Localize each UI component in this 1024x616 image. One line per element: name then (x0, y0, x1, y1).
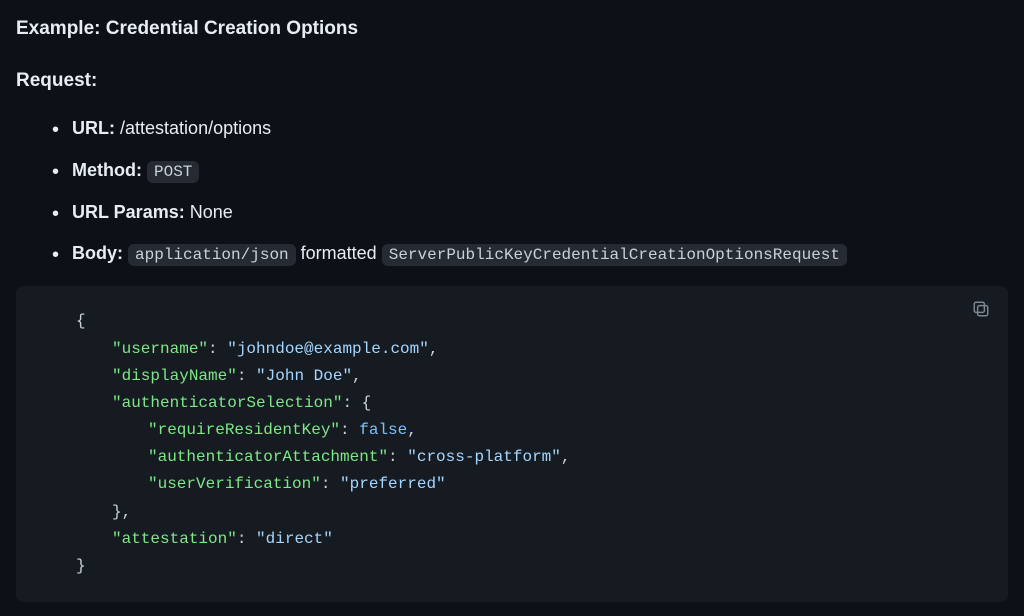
list-item-body: Body: application/json formatted ServerP… (52, 240, 1008, 268)
method-label: Method: (72, 160, 142, 180)
url-value-text: /attestation/options (120, 118, 271, 138)
url-params-value: None (190, 202, 233, 222)
body-formatted-text: formatted (301, 243, 377, 263)
url-label: URL: (72, 118, 115, 138)
code-content: { "username": "johndoe@example.com","dis… (76, 308, 980, 580)
list-item-url-params: URL Params: None (52, 199, 1008, 227)
copy-icon[interactable] (972, 300, 992, 320)
example-heading: Example: Credential Creation Options (16, 14, 1008, 44)
request-details-list: URL: /attestation/options Method: POST U… (16, 115, 1008, 269)
list-item-url: URL: /attestation/options (52, 115, 1008, 143)
list-item-method: Method: POST (52, 157, 1008, 185)
method-value-code: POST (147, 161, 199, 183)
request-subheading: Request: (16, 66, 1008, 96)
url-params-label: URL Params: (72, 202, 185, 222)
body-type-code: ServerPublicKeyCredentialCreationOptions… (382, 244, 847, 266)
body-label: Body: (72, 243, 123, 263)
code-block: { "username": "johndoe@example.com","dis… (16, 286, 1008, 602)
body-mime-code: application/json (128, 244, 296, 266)
